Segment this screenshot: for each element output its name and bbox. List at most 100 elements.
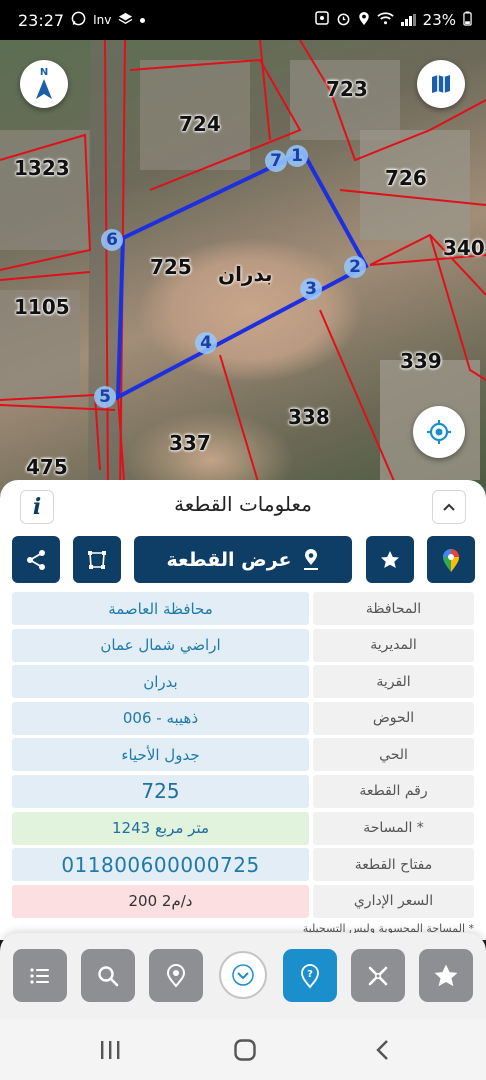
help-button[interactable]: ? bbox=[283, 949, 337, 1002]
table-row: 011800600000725 مفتاح القطعة bbox=[12, 848, 474, 884]
vertex-marker-1[interactable]: 1 bbox=[286, 145, 308, 167]
wifi-icon bbox=[377, 11, 394, 29]
back-button[interactable] bbox=[367, 1035, 397, 1065]
status-bar: 23:27 Inv 23% bbox=[0, 0, 486, 40]
directorate-value: اراضي شمال عمان bbox=[12, 628, 309, 662]
battery-text: 23% bbox=[422, 11, 456, 29]
governorate-value: محافظة العاصمة bbox=[12, 592, 309, 625]
plot-number-label: رقم القطعة bbox=[313, 774, 474, 808]
vertex-marker-2[interactable]: 2 bbox=[344, 256, 366, 278]
map-icon bbox=[432, 75, 450, 93]
signal-icon bbox=[400, 14, 416, 26]
photo-icon bbox=[314, 11, 329, 29]
table-row: محافظة العاصمة المحافظة bbox=[12, 592, 474, 628]
north-label: N bbox=[39, 67, 49, 78]
back-icon bbox=[376, 1040, 388, 1060]
my-location-button[interactable] bbox=[413, 406, 465, 458]
plot-number-725[interactable]: 725 bbox=[150, 255, 192, 279]
vertex-marker-5[interactable]: 5 bbox=[94, 386, 116, 408]
chevron-down-icon bbox=[232, 964, 254, 986]
vertex-marker-6[interactable]: 6 bbox=[101, 229, 123, 251]
plot-number-338[interactable]: 338 bbox=[288, 405, 330, 429]
svg-text:?: ? bbox=[307, 969, 313, 980]
share-icon bbox=[27, 549, 45, 570]
whatsapp-icon bbox=[71, 11, 86, 29]
village-label: بدران bbox=[218, 262, 273, 286]
plot-number-340[interactable]: 340 bbox=[443, 236, 485, 260]
favorite-button[interactable] bbox=[366, 536, 414, 583]
map-layers-button[interactable] bbox=[417, 60, 465, 108]
basin-value: ذهيبه - 006 bbox=[12, 701, 309, 735]
inv-app-icon: Inv bbox=[93, 13, 112, 27]
draw-shape-button[interactable] bbox=[73, 536, 121, 583]
neighborhood-label: الحي bbox=[313, 738, 474, 772]
vertex-marker-3[interactable]: 3 bbox=[300, 278, 322, 300]
village-value: بدران bbox=[12, 665, 309, 699]
recent-apps-icon bbox=[101, 1041, 120, 1059]
plot-key-label: مفتاح القطعة bbox=[313, 848, 474, 882]
plot-number-value: 725 bbox=[12, 774, 309, 808]
area-label: المساحة * bbox=[313, 811, 474, 845]
recent-apps-button[interactable] bbox=[95, 1035, 125, 1065]
action-row: عرض القطعة bbox=[0, 536, 486, 584]
panel-header: i معلومات القطعة bbox=[0, 480, 486, 532]
plot-number-724[interactable]: 724 bbox=[179, 112, 221, 136]
share-button[interactable] bbox=[12, 536, 60, 583]
table-row: ذهيبه - 006 الحوض bbox=[12, 701, 474, 738]
system-nav-bar bbox=[0, 1019, 486, 1080]
plot-number-726[interactable]: 726 bbox=[385, 166, 427, 190]
compass-arrow-icon bbox=[36, 79, 52, 99]
compass-button[interactable]: N bbox=[20, 60, 68, 108]
saved-plots-button[interactable] bbox=[419, 949, 473, 1002]
plot-number-475[interactable]: 475 bbox=[26, 455, 68, 479]
dot-icon bbox=[140, 17, 146, 23]
table-row: 200 د/م2 السعر الإداري bbox=[12, 884, 474, 921]
location-pin-icon bbox=[166, 963, 186, 988]
table-row: بدران القرية bbox=[12, 665, 474, 701]
vertex-marker-7[interactable]: 7 bbox=[265, 150, 287, 172]
search-button[interactable] bbox=[81, 949, 135, 1002]
star-icon bbox=[434, 964, 458, 986]
vertex-marker-4[interactable]: 4 bbox=[195, 332, 217, 354]
area-value: 1243 متر مربع bbox=[12, 811, 309, 845]
village-label-cell: القرية bbox=[313, 665, 474, 699]
google-maps-icon bbox=[443, 548, 459, 572]
bottom-toolbar: ? bbox=[0, 933, 486, 1019]
expand-toggle-button[interactable] bbox=[219, 951, 267, 999]
map-view[interactable]: 723 724 726 1323 340 725 1105 339 338 33… bbox=[0, 40, 486, 495]
table-row: جدول الأحياء الحي bbox=[12, 738, 474, 774]
crosshair-icon bbox=[427, 420, 451, 444]
list-icon bbox=[30, 967, 49, 984]
admin-price-label: السعر الإداري bbox=[313, 884, 474, 918]
google-maps-button[interactable] bbox=[427, 536, 475, 583]
plot-key-value[interactable]: 011800600000725 bbox=[12, 848, 309, 882]
table-row: 1243 متر مربع المساحة * bbox=[12, 811, 474, 848]
plot-number-1323[interactable]: 1323 bbox=[14, 156, 70, 180]
plot-number-723[interactable]: 723 bbox=[326, 77, 368, 101]
view-plot-label: عرض القطعة bbox=[166, 548, 292, 571]
panel-title: معلومات القطعة bbox=[174, 492, 312, 516]
star-icon bbox=[381, 550, 399, 568]
list-button[interactable] bbox=[13, 949, 67, 1002]
table-row: اراضي شمال عمان المديرية bbox=[12, 628, 474, 665]
neighborhood-value: جدول الأحياء bbox=[12, 738, 309, 772]
plot-details-table: محافظة العاصمة المحافظة اراضي شمال عمان … bbox=[12, 592, 474, 921]
location-pin-icon bbox=[303, 548, 318, 570]
plot-number-339[interactable]: 339 bbox=[400, 349, 442, 373]
tools-button[interactable] bbox=[351, 949, 405, 1002]
search-icon bbox=[98, 965, 119, 986]
admin-price-value: 200 د/م2 bbox=[12, 884, 309, 918]
plot-number-337[interactable]: 337 bbox=[169, 431, 211, 455]
view-plot-button[interactable]: عرض القطعة bbox=[134, 536, 352, 583]
location-pin-button[interactable] bbox=[149, 949, 203, 1002]
chevron-up-icon bbox=[443, 503, 455, 511]
directorate-label: المديرية bbox=[313, 628, 474, 662]
plot-number-1105[interactable]: 1105 bbox=[14, 295, 70, 319]
collapse-button[interactable] bbox=[432, 490, 466, 524]
location-icon bbox=[358, 11, 370, 30]
plot-info-panel: i معلومات القطعة عرض القطعة محافظة العاص… bbox=[0, 480, 486, 940]
help-icon: ? bbox=[301, 963, 319, 988]
home-button[interactable] bbox=[230, 1035, 260, 1065]
layers-app-icon bbox=[118, 11, 133, 29]
home-icon bbox=[234, 1039, 256, 1061]
